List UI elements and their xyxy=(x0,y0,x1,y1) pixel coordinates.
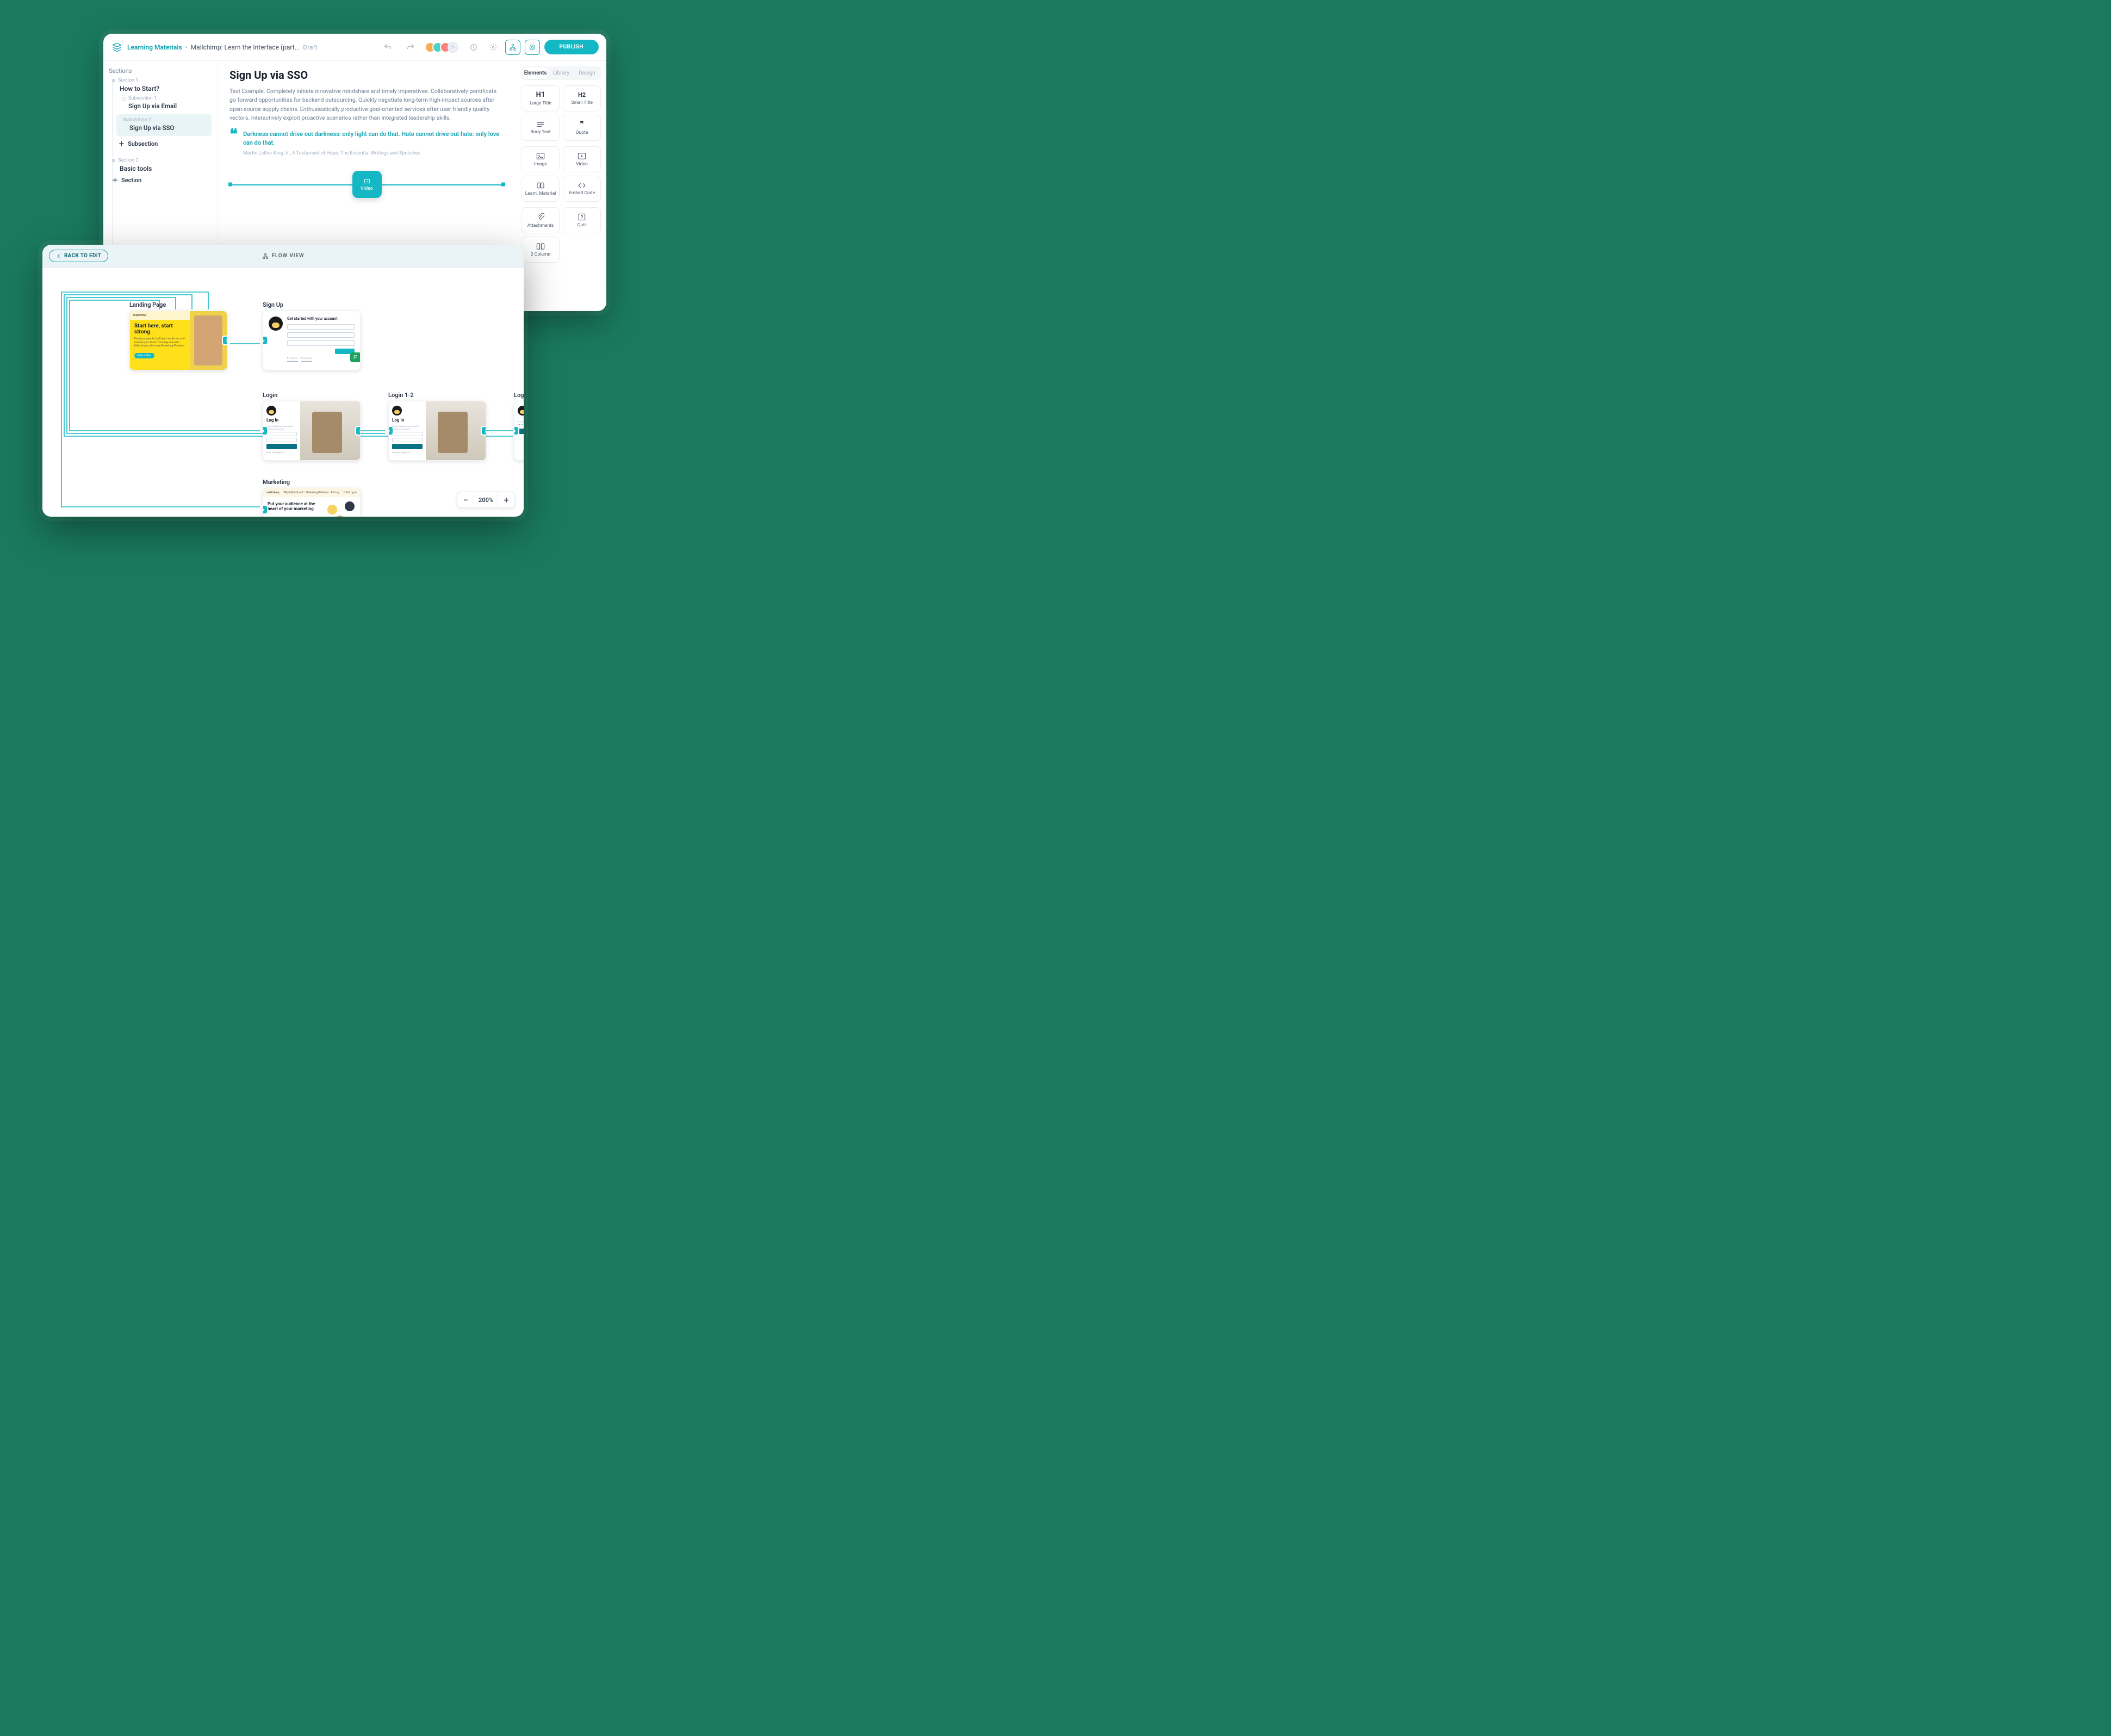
add-collaborator-icon xyxy=(448,42,458,53)
video-chip[interactable]: Video xyxy=(352,171,382,198)
tile-attachments[interactable]: Attachments xyxy=(521,207,560,233)
port-out-icon[interactable] xyxy=(482,427,486,435)
tile-h1[interactable]: H1Large Title xyxy=(521,85,560,111)
quote-text: Darkness cannot drive out darkness: only… xyxy=(243,130,504,147)
port-in-icon[interactable] xyxy=(263,337,267,344)
section-1[interactable]: Section 1 How to Start? xyxy=(112,78,212,92)
sections-title: Sections xyxy=(109,67,212,75)
port-in-icon[interactable] xyxy=(388,427,393,435)
quote-icon: ❝ xyxy=(229,130,238,156)
port-in-icon[interactable] xyxy=(263,427,267,435)
zoom-in-button[interactable]: + xyxy=(498,495,514,505)
status-badge: Draft xyxy=(303,44,317,51)
video-insert-block[interactable]: Video xyxy=(229,164,504,205)
tile-quote[interactable]: ❞Quote xyxy=(563,115,601,141)
zoom-control: − 200% + xyxy=(457,492,515,508)
quote-attribution: Martin Luther King Jr., A Testament of H… xyxy=(243,151,504,156)
flow-node-marketing[interactable]: Marketing mailchimpWhy Mailchimp? · Mark… xyxy=(263,479,361,517)
zoom-value: 200% xyxy=(474,492,498,507)
flow-node-login-1-3[interactable]: Login 1-3 •••••••• xyxy=(514,392,524,461)
canvas-heading: Sign Up via SSO xyxy=(229,69,504,82)
port-out-icon[interactable] xyxy=(223,337,227,344)
tile-h2[interactable]: H2Small Title xyxy=(563,85,601,111)
elements-panel: Elements Library Design H1Large Title H2… xyxy=(516,61,606,311)
top-bar: Learning Materials • Mailchimp: Learn th… xyxy=(103,34,606,61)
sitemap-icon[interactable] xyxy=(505,40,520,55)
undo-icon[interactable] xyxy=(380,40,395,55)
breadcrumb-root[interactable]: Learning Materials xyxy=(127,44,182,51)
tile-learn-material[interactable]: Learn. Material xyxy=(521,176,560,202)
app-logo-icon[interactable] xyxy=(111,41,123,53)
panel-tabs: Elements Library Design xyxy=(521,66,601,80)
add-subsection-button[interactable]: ＋Subsection xyxy=(119,139,212,148)
canvas-paragraph: Text Example. Completely initiate innova… xyxy=(229,87,504,122)
tile-image[interactable]: Image xyxy=(521,146,560,172)
subsection-1[interactable]: Subsection 1 Sign Up via Email xyxy=(112,96,212,110)
back-to-edit-button[interactable]: BACK TO EDIT xyxy=(49,250,108,262)
section-2[interactable]: Section 2 Basic tools xyxy=(112,158,212,172)
tab-library[interactable]: Library xyxy=(548,67,574,79)
flow-title: FLOW VIEW xyxy=(262,253,305,259)
breadcrumb-title[interactable]: Mailchimp: Learn the Interface (part... xyxy=(191,44,300,51)
tab-elements[interactable]: Elements xyxy=(523,67,548,79)
tile-2-column[interactable]: 2 Column xyxy=(521,237,560,263)
port-out-icon[interactable] xyxy=(356,427,361,435)
flow-window: BACK TO EDIT FLOW VIEW xyxy=(42,245,524,517)
flow-node-login[interactable]: Login Log In Need a Mailchimp account? C… xyxy=(263,392,361,461)
quote-block: ❝ Darkness cannot drive out darkness: on… xyxy=(229,130,504,156)
tile-quiz[interactable]: Quiz xyxy=(563,207,601,233)
tile-embed-code[interactable]: Embed Code xyxy=(563,176,601,202)
redo-icon[interactable] xyxy=(403,40,418,55)
preview-icon[interactable] xyxy=(525,40,540,55)
flow-header: BACK TO EDIT FLOW VIEW xyxy=(42,245,524,268)
breadcrumb: Learning Materials • Mailchimp: Learn th… xyxy=(127,44,318,51)
flag-badge-icon xyxy=(350,352,361,362)
subsection-2-active[interactable]: Subsection 2 Sign Up via SSO xyxy=(116,114,212,136)
flow-canvas[interactable]: Landing Page mailchimpQ≡ Start here, sta… xyxy=(42,268,524,517)
publish-button[interactable]: PUBLISH xyxy=(544,40,599,54)
history-icon[interactable] xyxy=(466,40,481,55)
collaborator-avatars[interactable] xyxy=(428,42,458,53)
tab-design[interactable]: Design xyxy=(574,67,600,79)
settings-icon[interactable] xyxy=(486,40,501,55)
flow-node-landing[interactable]: Landing Page mailchimpQ≡ Start here, sta… xyxy=(129,301,227,370)
zoom-out-button[interactable]: − xyxy=(457,495,474,505)
flow-node-signup[interactable]: Sign Up Get started with your account ■ … xyxy=(263,301,361,370)
port-in-icon[interactable] xyxy=(263,506,267,513)
port-in-icon[interactable] xyxy=(514,427,518,435)
flow-node-login-1-2[interactable]: Login 1-2 Log In Need a Mailchimp accoun… xyxy=(388,392,486,461)
add-section-button[interactable]: ＋Section xyxy=(112,176,212,184)
tile-body-text[interactable]: Body Text xyxy=(521,115,560,141)
tile-video[interactable]: Video xyxy=(563,146,601,172)
